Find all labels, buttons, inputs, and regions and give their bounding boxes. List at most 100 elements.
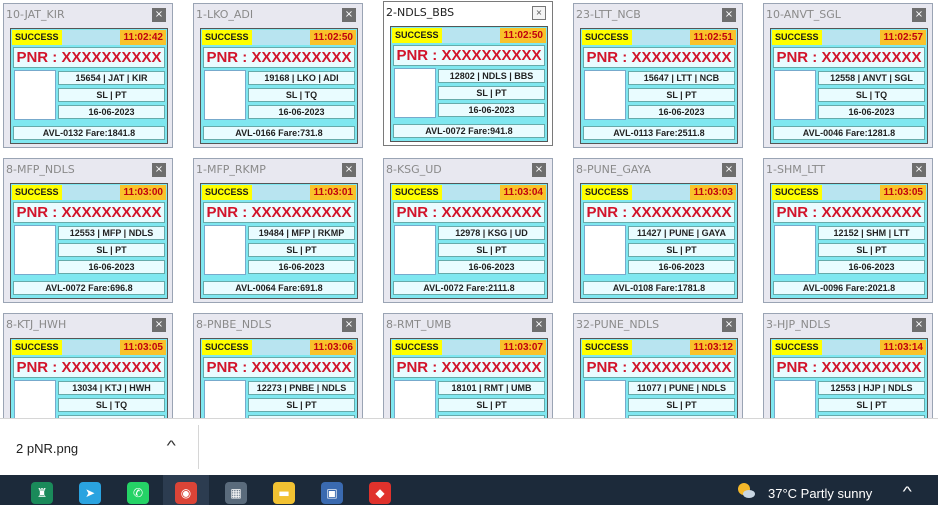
chrome-icon[interactable]: ◉ bbox=[175, 482, 197, 504]
close-icon[interactable]: × bbox=[532, 318, 546, 332]
file-explorer-icon[interactable]: ▬ bbox=[273, 482, 295, 504]
close-icon[interactable]: × bbox=[912, 163, 926, 177]
availability-fare: AVL-0072 Fare:2111.8 bbox=[393, 281, 545, 295]
status-time: 11:02:50 bbox=[500, 28, 546, 43]
journey-date: 16-06-2023 bbox=[818, 105, 925, 119]
booking-window[interactable]: 8-PUNE_GAYA × SUCCESS 11:03:03 PNR : XXXXXXX… bbox=[573, 158, 743, 303]
booking-window[interactable]: 10-ANVT_SGL × SUCCESS 11:02:57 PNR : XXXXXXX… bbox=[763, 3, 933, 148]
availability-fare: AVL-0046 Fare:1281.8 bbox=[773, 126, 925, 140]
status-time: 11:02:51 bbox=[690, 30, 736, 45]
status-row: SUCCESS 11:02:57 bbox=[772, 30, 926, 45]
close-icon[interactable]: × bbox=[152, 163, 166, 177]
booking-window[interactable]: 8-KSG_UD × SUCCESS 11:03:04 PNR : XXXXXXXXXX… bbox=[383, 158, 553, 303]
close-icon[interactable]: × bbox=[912, 8, 926, 22]
status-spacer bbox=[632, 340, 690, 355]
close-icon[interactable]: × bbox=[152, 318, 166, 332]
status-spacer bbox=[822, 30, 880, 45]
app-shield-icon[interactable]: ♜ bbox=[31, 482, 53, 504]
booking-window[interactable]: 1-SHM_LTT × SUCCESS 11:03:05 PNR : XXXXXXXXX… bbox=[763, 158, 933, 303]
journey-date: 16-06-2023 bbox=[818, 260, 925, 274]
status-row: SUCCESS 11:02:51 bbox=[582, 30, 736, 45]
download-filename[interactable]: 2 pNR.png bbox=[16, 441, 78, 456]
window-title: 10-JAT_KIR bbox=[6, 8, 65, 21]
class-quota: SL | PT bbox=[438, 398, 545, 412]
booking-window[interactable]: 3-HJP_NDLS × SUCCESS 11:03:14 PNR : XXXXXXXX… bbox=[763, 313, 933, 418]
booking-panel: SUCCESS 11:03:00 PNR : XXXXXXXXXX 12553 | M… bbox=[10, 183, 168, 299]
telegram-icon[interactable]: ➤ bbox=[79, 482, 101, 504]
train-info: 15647 | LTT | NCB bbox=[628, 71, 735, 85]
window-title: 10-ANVT_SGL bbox=[766, 8, 841, 21]
window-title: 8-KTJ_HWH bbox=[6, 318, 67, 331]
chevron-up-icon[interactable]: ^ bbox=[167, 437, 176, 453]
booking-window[interactable]: 23-LTT_NCB × SUCCESS 11:02:51 PNR : XXXXXXXX… bbox=[573, 3, 743, 148]
status-badge: SUCCESS bbox=[12, 185, 62, 200]
close-icon[interactable]: × bbox=[912, 318, 926, 332]
window-title: 8-PUNE_GAYA bbox=[576, 163, 651, 176]
status-badge: SUCCESS bbox=[392, 185, 442, 200]
status-badge: SUCCESS bbox=[202, 185, 252, 200]
pnr-field: PNR : XXXXXXXXXX bbox=[393, 45, 545, 66]
status-badge: SUCCESS bbox=[582, 185, 632, 200]
booking-panel: SUCCESS 11:03:05 PNR : XXXXXXXXXX 12152 | S… bbox=[770, 183, 928, 299]
class-quota: SL | PT bbox=[628, 243, 735, 257]
class-quota: SL | PT bbox=[628, 398, 735, 412]
network-app-icon[interactable]: ▣ bbox=[321, 482, 343, 504]
train-info: 11077 | PUNE | NDLS bbox=[628, 381, 735, 395]
booking-window[interactable]: 1-LKO_ADI × SUCCESS 11:02:50 PNR : XXXXXXXXX… bbox=[193, 3, 363, 148]
booking-panel: SUCCESS 11:03:04 PNR : XXXXXXXXXX 12978 | K… bbox=[390, 183, 548, 299]
pnr-field: PNR : XXXXXXXXXX bbox=[203, 357, 355, 378]
booking-window[interactable]: 8-MFP_NDLS × SUCCESS 11:03:00 PNR : XXXXXXXX… bbox=[3, 158, 173, 303]
window-title: 1-LKO_ADI bbox=[196, 8, 254, 21]
booking-window[interactable]: 1-MFP_RKMP × SUCCESS 11:03:01 PNR : XXXXXXXX… bbox=[193, 158, 363, 303]
download-bar: 2 pNR.png ^ bbox=[0, 418, 938, 475]
booking-window[interactable]: 32-PUNE_NDLS × SUCCESS 11:03:12 PNR : XXXXXX… bbox=[573, 313, 743, 418]
status-time: 11:03:05 bbox=[120, 340, 166, 355]
pnr-field: PNR : XXXXXXXXXX bbox=[13, 357, 165, 378]
booking-window[interactable]: 8-KTJ_HWH × SUCCESS 11:03:05 PNR : XXXXXXXXX… bbox=[3, 313, 173, 418]
booking-window[interactable]: 8-RMT_UMB × SUCCESS 11:03:07 PNR : XXXXXXXXX… bbox=[383, 313, 553, 418]
anydesk-icon[interactable]: ◆ bbox=[369, 482, 391, 504]
close-icon[interactable]: × bbox=[532, 6, 546, 20]
pnr-field: PNR : XXXXXXXXXX bbox=[13, 47, 165, 68]
train-info: 12152 | SHM | LTT bbox=[818, 226, 925, 240]
calculator-icon[interactable]: ▦ bbox=[225, 482, 247, 504]
class-quota: SL | PT bbox=[248, 398, 355, 412]
status-row: SUCCESS 11:03:12 bbox=[582, 340, 736, 355]
status-spacer bbox=[62, 185, 120, 200]
whatsapp-icon[interactable]: ✆ bbox=[127, 482, 149, 504]
status-row: SUCCESS 11:02:50 bbox=[202, 30, 356, 45]
journey-date: 16-06-2023 bbox=[628, 260, 735, 274]
captcha-image bbox=[584, 380, 626, 418]
close-icon[interactable]: × bbox=[532, 163, 546, 177]
status-row: SUCCESS 11:03:07 bbox=[392, 340, 546, 355]
pnr-field: PNR : XXXXXXXXXX bbox=[583, 47, 735, 68]
close-icon[interactable]: × bbox=[722, 318, 736, 332]
booking-window[interactable]: 10-JAT_KIR × SUCCESS 11:02:42 PNR : XXXXXXXX… bbox=[3, 3, 173, 148]
close-icon[interactable]: × bbox=[722, 163, 736, 177]
window-title: 23-LTT_NCB bbox=[576, 8, 641, 21]
status-spacer bbox=[442, 185, 500, 200]
availability-fare: AVL-0108 Fare:1781.8 bbox=[583, 281, 735, 295]
status-badge: SUCCESS bbox=[202, 30, 252, 45]
partly-sunny-icon[interactable] bbox=[736, 481, 756, 501]
close-icon[interactable]: × bbox=[722, 8, 736, 22]
window-title: 2-NDLS_BBS bbox=[386, 6, 455, 19]
booking-panel: SUCCESS 11:02:50 PNR : XXXXXXXXXX 12802 | N… bbox=[390, 26, 548, 142]
close-icon[interactable]: × bbox=[342, 163, 356, 177]
close-icon[interactable]: × bbox=[342, 8, 356, 22]
train-info: 12273 | PNBE | NDLS bbox=[248, 381, 355, 395]
close-icon[interactable]: × bbox=[152, 8, 166, 22]
booking-panel: SUCCESS 11:03:06 PNR : XXXXXXXXXX 12273 | P… bbox=[200, 338, 358, 418]
booking-window[interactable]: 8-PNBE_NDLS × SUCCESS 11:03:06 PNR : XXXXXXX… bbox=[193, 313, 363, 418]
weather-text[interactable]: 37°C Partly sunny bbox=[768, 486, 872, 501]
booking-panel: SUCCESS 11:03:14 PNR : XXXXXXXXXX 12553 | H… bbox=[770, 338, 928, 418]
booking-window[interactable]: 2-NDLS_BBS × SUCCESS 11:02:50 PNR : XXXXXXXX… bbox=[383, 1, 553, 146]
show-hidden-icons-chevron[interactable]: ^ bbox=[903, 483, 912, 499]
pnr-field: PNR : XXXXXXXXXX bbox=[203, 202, 355, 223]
class-quota: SL | TQ bbox=[58, 398, 165, 412]
captcha-image bbox=[774, 70, 816, 120]
status-time: 11:03:12 bbox=[690, 340, 736, 355]
close-icon[interactable]: × bbox=[342, 318, 356, 332]
status-time: 11:03:06 bbox=[310, 340, 356, 355]
status-badge: SUCCESS bbox=[202, 340, 252, 355]
